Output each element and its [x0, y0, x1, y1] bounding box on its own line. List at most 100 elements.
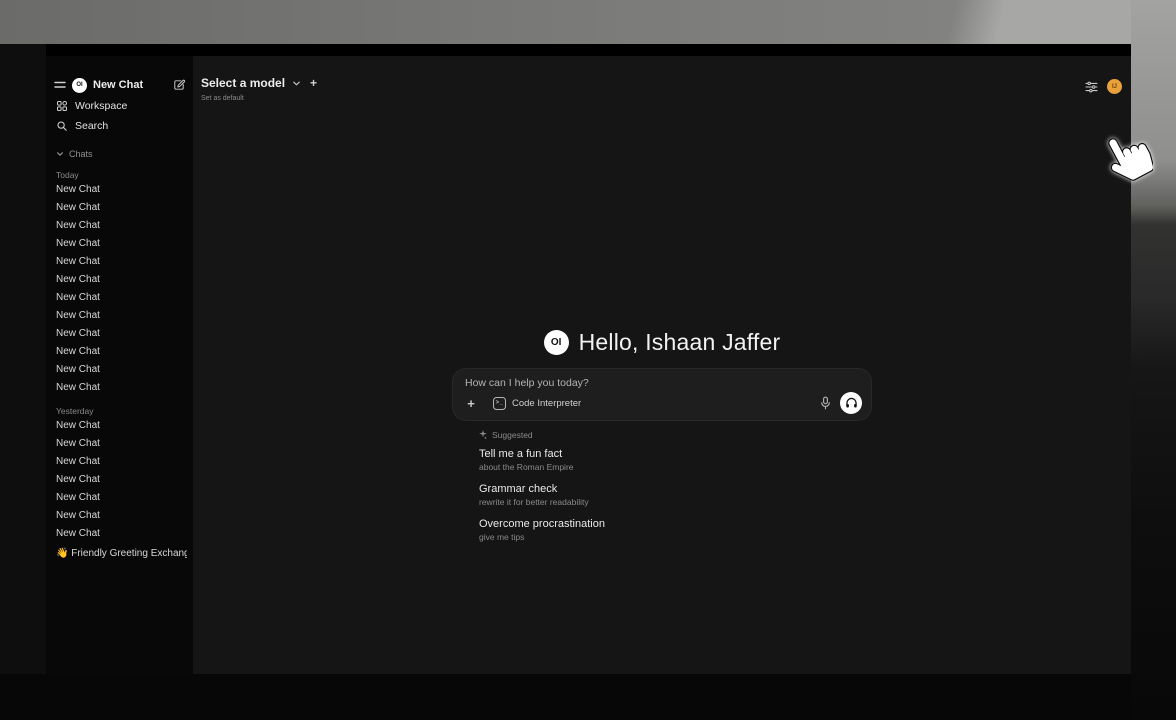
chat-item-label: New Chat	[56, 346, 100, 357]
chat-group-list: New Chat New Chat New Chat New Chat New …	[52, 416, 187, 542]
chat-list-item[interactable]: New Chat	[52, 506, 187, 524]
suggestion-title: Tell me a fun fact	[479, 448, 872, 460]
composer: + >_ Code Interpreter	[452, 368, 872, 421]
suggested-section: Suggested Tell me a fun fact about the R…	[479, 429, 872, 542]
chat-list-item[interactable]: New Chat	[52, 234, 187, 252]
chevron-down-icon[interactable]	[292, 79, 301, 88]
sidebar-toggle-icon	[54, 80, 66, 90]
suggestion-title: Overcome procrastination	[479, 518, 872, 530]
chat-item-label: New Chat	[56, 510, 100, 521]
chat-item-label: New Chat	[56, 456, 100, 467]
sidebar: OI New Chat Workspace Search	[46, 56, 193, 674]
sidebar-title: New Chat	[93, 79, 173, 91]
attach-button[interactable]: +	[463, 396, 479, 411]
sidebar-item-workspace[interactable]: Workspace	[52, 98, 187, 114]
code-interpreter-label: Code Interpreter	[512, 398, 581, 409]
chat-group-label: Today	[52, 169, 187, 180]
chat-list-item[interactable]: New Chat	[52, 180, 187, 198]
chat-item-label: New Chat	[56, 328, 100, 339]
set-default-link[interactable]: Set as default	[201, 95, 317, 102]
chat-list-item[interactable]: New Chat	[52, 416, 187, 434]
search-label: Search	[75, 120, 108, 132]
chat-list-item[interactable]: New Chat	[52, 198, 187, 216]
desktop-bottom-band	[0, 674, 1131, 720]
sidebar-toggle-button[interactable]	[54, 80, 66, 90]
suggestion-item[interactable]: Tell me a fun fact about the Roman Empir…	[479, 448, 872, 472]
chats-section-toggle[interactable]: Chats	[52, 148, 187, 160]
chat-item-label: New Chat	[56, 256, 100, 267]
chat-list-item[interactable]: New Chat	[52, 524, 187, 542]
suggestion-title: Grammar check	[479, 483, 872, 495]
chat-group: Today New Chat New Chat New Chat New Cha…	[52, 169, 187, 396]
suggestion-subtitle: rewrite it for better readability	[479, 497, 872, 507]
workspace-label: Workspace	[75, 100, 127, 112]
chat-list-item[interactable]: New Chat	[52, 434, 187, 452]
mic-button[interactable]	[820, 396, 831, 410]
suggestion-list: Tell me a fun fact about the Roman Empir…	[479, 448, 872, 542]
suggested-header: Suggested	[479, 429, 872, 440]
chat-list-item[interactable]: New Chat	[52, 324, 187, 342]
chat-group-list: New Chat New Chat New Chat New Chat New …	[52, 180, 187, 396]
chat-item-label: New Chat	[56, 438, 100, 449]
desktop-background: OI New Chat Workspace Search	[0, 0, 1176, 720]
chat-item-label: New Chat	[56, 492, 100, 503]
chat-list-item[interactable]: New Chat	[52, 378, 187, 396]
chat-list-item[interactable]: New Chat	[52, 216, 187, 234]
app-window: OI New Chat Workspace Search	[46, 44, 1131, 674]
chat-list-item[interactable]: New Chat	[52, 288, 187, 306]
suggestion-subtitle: give me tips	[479, 532, 872, 542]
greeting-row: OI Hello, Ishaan Jaffer	[452, 328, 872, 356]
chat-item-label: New Chat	[56, 292, 100, 303]
pencil-square-icon	[173, 79, 185, 91]
chat-list-item[interactable]: New Chat	[52, 252, 187, 270]
chats-section-label: Chats	[69, 149, 93, 159]
sparkle-icon	[479, 430, 487, 439]
app-logo: OI	[72, 78, 87, 93]
app-logo-text: OI	[551, 337, 562, 348]
desktop-top-highlight	[776, 0, 1176, 44]
main-area: Select a model + Set as default IJ	[193, 56, 1131, 674]
headphones-icon	[845, 397, 858, 409]
chat-item-named[interactable]: 👋 Friendly Greeting Exchange	[52, 544, 187, 562]
chat-group: Yesterday New Chat New Chat New Chat New…	[52, 405, 187, 542]
app-logo: OI	[544, 330, 569, 355]
user-avatar[interactable]: IJ	[1107, 79, 1122, 94]
chat-list-item[interactable]: New Chat	[52, 488, 187, 506]
chat-list-item[interactable]: New Chat	[52, 342, 187, 360]
greeting-text: Hello, Ishaan Jaffer	[579, 329, 781, 356]
new-chat-button[interactable]	[173, 79, 185, 91]
suggested-label: Suggested	[492, 430, 533, 440]
chat-item-label: New Chat	[56, 220, 100, 231]
microphone-icon	[820, 396, 831, 410]
model-selector-button[interactable]: Select a model	[201, 76, 285, 90]
topbar-controls: IJ	[1085, 79, 1122, 94]
workspace-grid-icon	[56, 100, 68, 112]
chat-item-label: New Chat	[56, 382, 100, 393]
code-interpreter-toggle[interactable]: >_ Code Interpreter	[493, 397, 581, 410]
chat-list-item[interactable]: New Chat	[52, 360, 187, 378]
chat-item-label: New Chat	[56, 274, 100, 285]
chat-list-item[interactable]: New Chat	[52, 470, 187, 488]
chat-item-label: New Chat	[56, 474, 100, 485]
chat-group-label: Yesterday	[52, 405, 187, 416]
desktop-left-band	[0, 44, 46, 674]
chat-item-label: New Chat	[56, 238, 100, 249]
chat-item-label: New Chat	[56, 202, 100, 213]
controls-button[interactable]	[1085, 81, 1098, 93]
chat-list-item[interactable]: New Chat	[52, 452, 187, 470]
sliders-icon	[1085, 81, 1098, 93]
center-stack: OI Hello, Ishaan Jaffer + >_ Code Interp…	[452, 328, 872, 553]
suggestion-item[interactable]: Overcome procrastination give me tips	[479, 518, 872, 542]
suggestion-item[interactable]: Grammar check rewrite it for better read…	[479, 483, 872, 507]
chat-list-item[interactable]: New Chat	[52, 306, 187, 324]
desktop-right-band	[1131, 0, 1176, 720]
model-bar: Select a model + Set as default	[201, 76, 317, 102]
chat-list-item[interactable]: New Chat	[52, 270, 187, 288]
search-icon	[56, 120, 68, 132]
terminal-icon: >_	[493, 397, 506, 410]
app-logo-text: OI	[76, 82, 82, 88]
sidebar-item-search[interactable]: Search	[52, 118, 187, 134]
add-model-button[interactable]: +	[310, 76, 317, 90]
voice-mode-button[interactable]	[840, 392, 862, 414]
sidebar-header: OI New Chat	[52, 76, 187, 94]
